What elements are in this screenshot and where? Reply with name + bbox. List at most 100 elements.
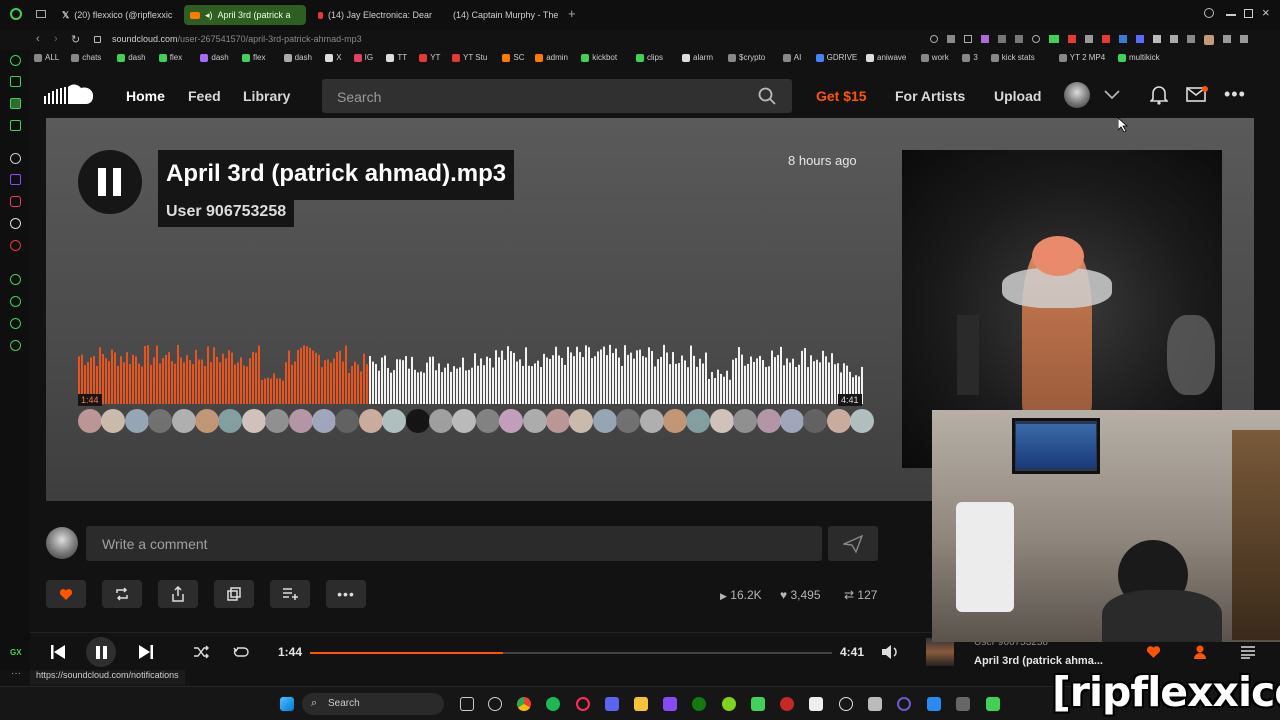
extension-icon[interactable] xyxy=(1085,35,1093,43)
youtube-icon[interactable] xyxy=(10,240,21,251)
bookmark-item[interactable]: dash xyxy=(200,53,229,62)
comment-avatar[interactable] xyxy=(803,409,828,433)
extension-icon[interactable] xyxy=(1119,35,1127,43)
gx-icon[interactable]: GX xyxy=(10,648,22,657)
comment-avatars-strip[interactable] xyxy=(78,406,875,436)
app-icon[interactable] xyxy=(751,697,765,711)
for-artists-link[interactable]: For Artists xyxy=(895,88,965,104)
comment-input[interactable]: Write a comment xyxy=(86,526,822,561)
download-icon[interactable] xyxy=(1240,35,1248,43)
search-tabs-icon[interactable] xyxy=(1204,8,1214,18)
now-playing-title[interactable]: April 3rd (patrick ahma... xyxy=(974,655,1103,667)
extension-icon[interactable] xyxy=(1170,35,1178,43)
bookmark-item[interactable]: dash xyxy=(283,53,312,62)
comment-avatar[interactable] xyxy=(101,409,126,433)
app-icon[interactable] xyxy=(780,697,794,711)
more-menu-icon[interactable]: ••• xyxy=(1224,84,1246,105)
app-icon[interactable] xyxy=(986,697,1000,711)
bookmark-item[interactable]: SC xyxy=(502,53,525,62)
get-15-link[interactable]: Get $15 xyxy=(816,88,867,104)
comment-avatar[interactable] xyxy=(686,409,711,433)
maximize-icon[interactable] xyxy=(1244,9,1253,18)
zoom-icon[interactable] xyxy=(930,35,938,43)
share-button[interactable] xyxy=(158,580,198,608)
app-icon[interactable] xyxy=(868,697,882,711)
opera-gx-icon[interactable] xyxy=(576,697,590,711)
bookmark-item[interactable]: AI xyxy=(782,53,801,62)
bookmark-item[interactable]: kickbot xyxy=(581,53,617,62)
extension-icon[interactable] xyxy=(1153,35,1161,43)
bookmark-item[interactable]: multikick xyxy=(1118,53,1160,62)
bookmark-item[interactable]: work xyxy=(920,53,949,62)
bookmark-item[interactable]: dash xyxy=(117,53,146,62)
gear-icon[interactable] xyxy=(10,340,21,351)
comment-avatar[interactable] xyxy=(78,409,102,433)
sidebar-icon[interactable] xyxy=(10,120,21,131)
avatar[interactable] xyxy=(1064,82,1090,108)
nav-library[interactable]: Library xyxy=(243,88,290,104)
comment-avatar[interactable] xyxy=(429,409,453,433)
sidebar-icon[interactable] xyxy=(10,318,21,329)
heart-icon[interactable] xyxy=(1032,35,1040,43)
nav-home[interactable]: Home xyxy=(126,88,165,104)
comment-avatar[interactable] xyxy=(358,409,383,433)
minimize-icon[interactable] xyxy=(1226,14,1236,16)
app-icon[interactable] xyxy=(663,697,677,711)
instagram-icon[interactable] xyxy=(10,196,21,207)
bookmark-item[interactable]: admin xyxy=(535,53,568,62)
comment-avatar[interactable] xyxy=(405,409,430,433)
comment-avatar[interactable] xyxy=(756,409,781,433)
next-track-icon[interactable] xyxy=(138,644,154,660)
forward-icon[interactable]: › xyxy=(54,33,58,45)
bookmark-item[interactable]: aniwave xyxy=(866,53,906,62)
tab-list-icon[interactable] xyxy=(36,10,46,18)
comment-avatar[interactable] xyxy=(382,409,407,433)
reload-icon[interactable]: ↻ xyxy=(71,33,80,46)
comment-avatar[interactable] xyxy=(780,409,804,433)
taskbar-search[interactable]: ⌕ Search xyxy=(302,693,444,715)
url-field[interactable]: soundcloud.com/user-267541570/april-3rd-… xyxy=(112,34,362,44)
bookmark-item[interactable]: flex xyxy=(158,53,182,62)
more-actions-button[interactable]: ••• xyxy=(326,580,366,608)
xbox-icon[interactable] xyxy=(692,697,706,711)
pause-button[interactable] xyxy=(86,637,116,667)
bookmark-item[interactable]: YT 2 MP4 xyxy=(1058,53,1105,62)
puzzle-icon[interactable] xyxy=(1187,35,1195,43)
pin-icon[interactable] xyxy=(947,35,955,43)
screenshot-icon[interactable] xyxy=(964,35,972,43)
bookmark-item[interactable]: TT xyxy=(386,53,407,62)
sidebar-icon[interactable] xyxy=(10,55,21,66)
tab-captain-murphy[interactable]: (14) Captain Murphy - The xyxy=(442,5,562,25)
comment-avatar[interactable] xyxy=(639,409,664,433)
windows-start-icon[interactable] xyxy=(280,697,294,711)
comment-avatar[interactable] xyxy=(475,409,500,433)
download-icon[interactable] xyxy=(1102,35,1110,43)
tab-jay-electronica[interactable]: (14) Jay Electronica: Dear xyxy=(312,5,438,25)
bookmark-item[interactable]: $crypto xyxy=(728,53,765,62)
app-icon[interactable] xyxy=(956,697,970,711)
search-input[interactable]: Search xyxy=(322,79,792,113)
repost-button[interactable] xyxy=(102,580,142,608)
close-window-icon[interactable]: × xyxy=(1262,5,1270,20)
spotify-icon[interactable] xyxy=(546,697,560,711)
sidebar-icon[interactable] xyxy=(10,76,21,87)
copy-link-button[interactable] xyxy=(214,580,254,608)
soundcloud-logo-icon[interactable] xyxy=(44,82,94,106)
bookmark-item[interactable]: alarm xyxy=(682,53,713,62)
comment-avatar[interactable] xyxy=(288,409,313,433)
comment-avatar[interactable] xyxy=(312,409,336,433)
mail-icon[interactable] xyxy=(1186,86,1208,102)
extension-icon[interactable] xyxy=(1136,35,1144,43)
settings-icon[interactable] xyxy=(488,697,502,711)
queue-icon[interactable] xyxy=(1240,645,1256,659)
chrome-icon[interactable] xyxy=(517,697,531,711)
bookmark-item[interactable]: clips xyxy=(636,53,663,62)
more-icon[interactable]: ··· xyxy=(11,668,21,679)
avatar[interactable] xyxy=(1204,35,1214,45)
settings-icon[interactable] xyxy=(1223,35,1231,43)
clock-icon[interactable] xyxy=(10,296,21,307)
discord-icon[interactable] xyxy=(605,697,619,711)
brave-shield-icon[interactable] xyxy=(1068,35,1076,43)
comment-avatar[interactable] xyxy=(171,409,196,433)
comment-avatar[interactable] xyxy=(733,409,758,433)
